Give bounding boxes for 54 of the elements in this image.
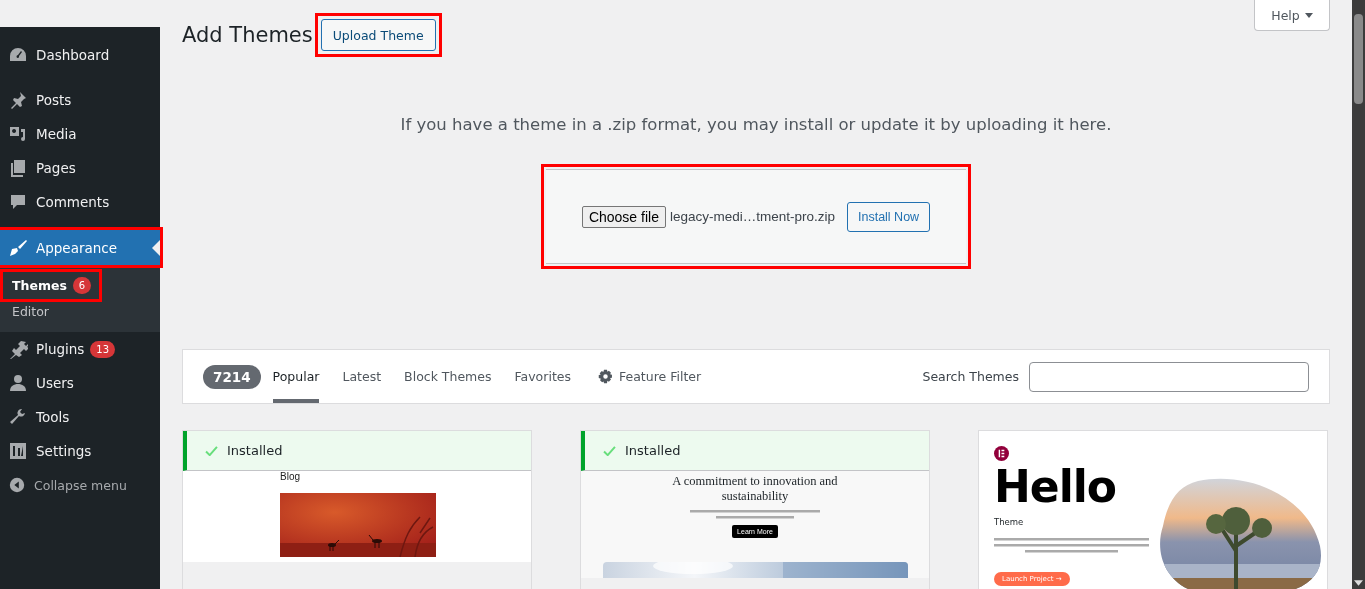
filter-tab[interactable]: Popular [272,350,320,403]
page-title: Add Themes [182,23,313,47]
menu-item[interactable]: Users [0,366,160,400]
check-icon [205,445,218,456]
upload-theme-button[interactable]: Upload Theme [320,19,436,51]
brush-icon [8,237,28,258]
preview-heading: Hello [994,465,1117,509]
blog-heading: Blog [280,471,301,482]
upload-instructions: If you have a theme in a .zip format, you may install or update it by uploading it here. [399,115,1113,134]
scrollbar[interactable] [1352,0,1365,589]
search-field[interactable] [1029,361,1309,392]
count-badge: 13 [90,340,116,358]
search-label: Search Themes [922,369,1019,384]
choose-file-button[interactable]: Choose file [581,205,666,228]
menu-item[interactable]: Plugins 13 [0,332,160,366]
submenu-item[interactable]: Editor [3,299,57,324]
theme-count: 7214 [203,364,261,389]
menu-item[interactable]: Tools [0,400,160,434]
filter-tab[interactable]: Block Themes [404,350,492,403]
collapse-icon [8,476,26,494]
menu-item[interactable]: Settings [0,434,160,468]
menu-item[interactable]: Pages [0,151,160,185]
menu-item[interactable]: Posts [0,83,160,117]
user-icon [8,373,28,393]
installed-notice: Installed [581,431,929,471]
media-icon [8,124,28,144]
logo-icon [994,446,1009,461]
theme-card[interactable]: Installed Blog [182,430,532,589]
menu-item[interactable]: Media [0,117,160,151]
preview-subheading: Theme [994,517,1024,527]
preview-heading: A commitment to innovation and sustainability [671,474,839,504]
menu-item[interactable]: Comments [0,185,160,219]
scroll-down-icon[interactable] [1354,580,1363,586]
filter-tab[interactable]: Latest [342,350,382,403]
count-badge: 6 [72,277,92,294]
menu-item[interactable]: Appearance [0,230,160,265]
gear-icon [598,369,613,384]
help-button[interactable]: Help [1254,0,1330,31]
installed-notice: Installed [183,431,531,471]
comment-icon [8,192,28,212]
install-now-button[interactable]: Install Now [847,201,931,232]
caret-icon [1304,12,1313,18]
feature-filter-button[interactable]: Feature Filter [598,350,702,403]
pointer-icon [152,240,160,256]
plug-icon [8,339,28,359]
sliders-icon [8,441,28,461]
submenu-item[interactable]: Themes 6 [3,272,100,299]
file-name: legacy-medi…tment-pro.zip [669,209,835,224]
menu-item[interactable]: Dashboard [0,38,160,72]
check-icon [603,445,616,456]
filter-tab[interactable]: Favorites [514,350,571,403]
scrollbar-thumb[interactable] [1354,14,1363,104]
pages-icon [8,158,28,178]
collapse-menu-button[interactable]: Collapse menu [0,468,160,502]
